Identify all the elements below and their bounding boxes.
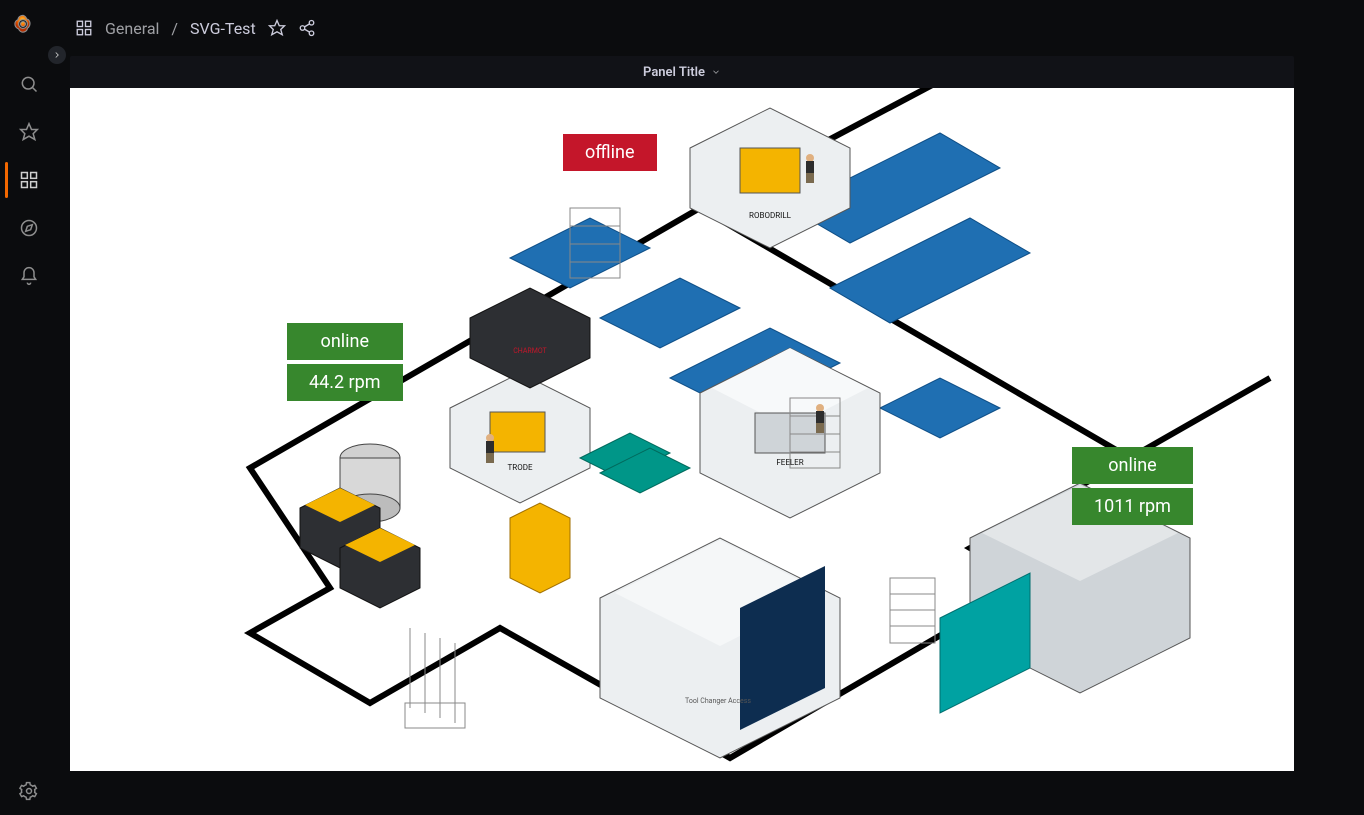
share-icon[interactable] — [298, 19, 316, 37]
panel-body: FEELER ROBODRILL TRODE CHARMOT Tool Chan… — [70, 88, 1294, 771]
panel-header[interactable]: Panel Title — [70, 56, 1294, 88]
label-trode: TRODE — [507, 463, 532, 472]
breadcrumb-separator: / — [171, 19, 178, 38]
label-robodrill: ROBODRILL — [749, 211, 792, 220]
status-badge: online — [1072, 447, 1193, 484]
expand-sidenav-handle[interactable] — [48, 46, 66, 64]
breadcrumb-folder[interactable]: General — [105, 19, 159, 38]
star-icon[interactable] — [268, 19, 286, 37]
status-feeler: online 1011 rpm — [1072, 447, 1193, 525]
factory-floor-svg: FEELER ROBODRILL TRODE CHARMOT Tool Chan… — [70, 88, 1294, 771]
chevron-down-icon — [711, 67, 721, 77]
status-robodrill: offline — [563, 134, 657, 171]
rpm-badge: 44.2 rpm — [287, 364, 403, 401]
rpm-badge: 1011 rpm — [1072, 488, 1193, 525]
nav-alerting[interactable] — [5, 252, 53, 300]
nav-explore[interactable] — [5, 204, 53, 252]
nav-dashboards[interactable] — [5, 156, 53, 204]
nav-search[interactable] — [5, 60, 53, 108]
panel-title: Panel Title — [643, 65, 705, 80]
topbar: General / SVG-Test — [57, 0, 1364, 56]
label-charmot: CHARMOT — [513, 347, 547, 355]
dashboard-canvas: Panel Title — [70, 56, 1294, 815]
status-badge: online — [287, 323, 403, 360]
side-nav — [0, 0, 57, 815]
panel: Panel Title — [70, 56, 1294, 771]
nav-starred[interactable] — [5, 108, 53, 156]
label-toolchanger: Tool Changer Access — [685, 697, 751, 705]
status-trode: online 44.2 rpm — [287, 323, 403, 401]
nav-configuration[interactable] — [5, 767, 53, 815]
status-badge: offline — [563, 134, 657, 171]
grafana-logo[interactable] — [13, 14, 45, 46]
breadcrumb-dashboard[interactable]: SVG-Test — [190, 19, 256, 38]
dashboard-icon — [75, 19, 93, 37]
